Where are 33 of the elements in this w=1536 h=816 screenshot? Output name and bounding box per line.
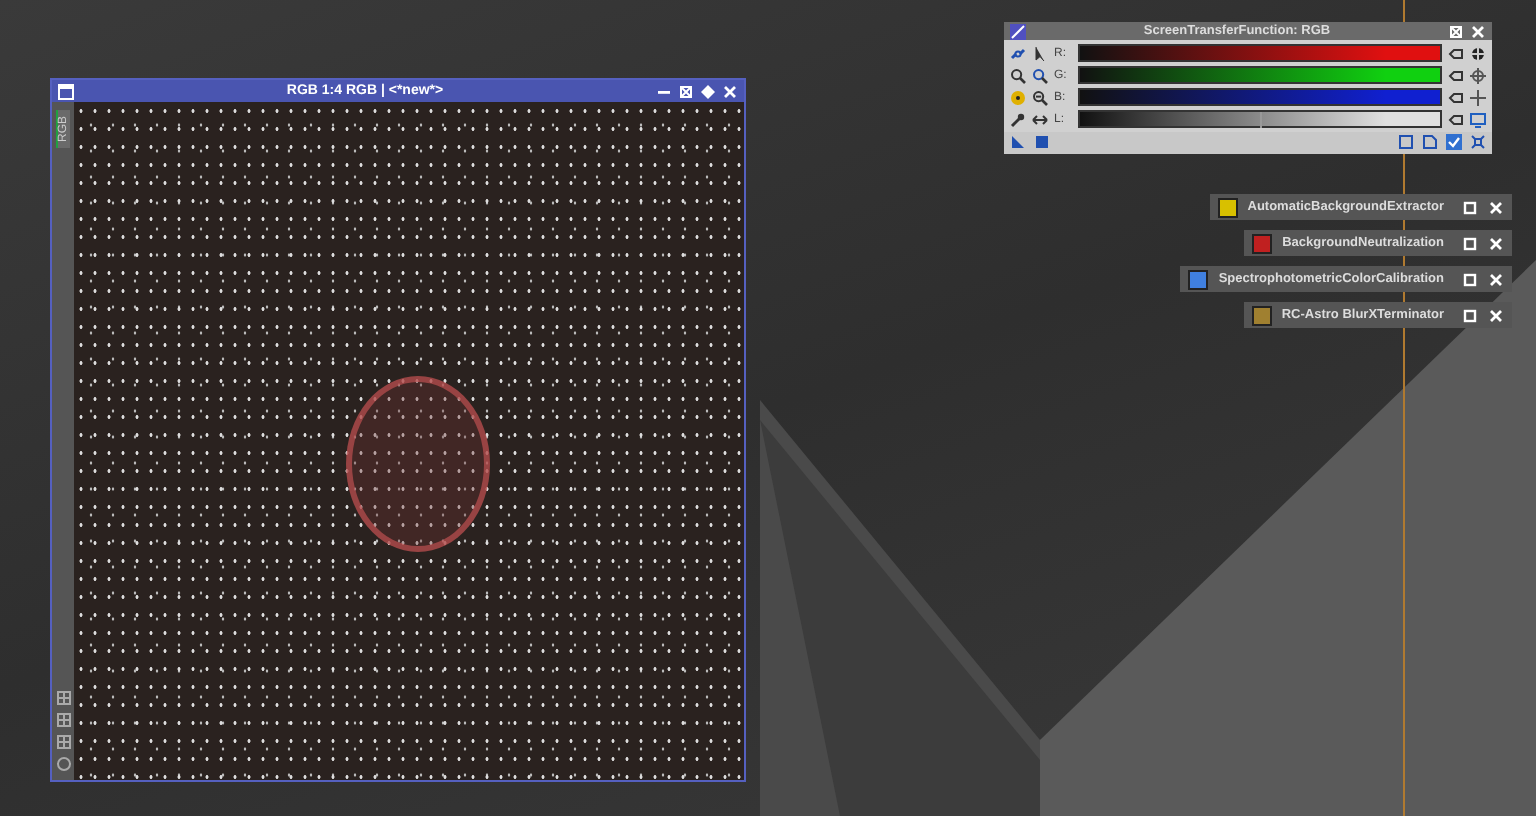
channel-gradient-bar[interactable] (1078, 66, 1442, 84)
square-outline-icon[interactable] (1398, 134, 1414, 150)
wrench-icon[interactable] (1010, 111, 1026, 127)
close-icon[interactable] (1488, 235, 1504, 251)
crosshair-icon[interactable] (1470, 67, 1486, 83)
resize-icon[interactable] (1032, 111, 1048, 127)
maximize-icon[interactable] (1462, 307, 1478, 323)
expand-icon[interactable] (1470, 134, 1486, 150)
link-icon[interactable] (1010, 45, 1026, 61)
monitor-icon[interactable] (1470, 111, 1486, 127)
panel-icon[interactable] (1010, 23, 1026, 39)
maximize-icon[interactable] (678, 83, 694, 99)
close-icon[interactable] (722, 83, 738, 99)
target-icon[interactable] (1470, 45, 1486, 61)
pointer-icon[interactable] (1032, 45, 1048, 61)
circle-icon[interactable] (55, 756, 71, 772)
channel-gradient-bar[interactable] (1078, 110, 1442, 128)
square-icon[interactable] (1034, 134, 1050, 150)
crosshair-icon[interactable] (1470, 89, 1486, 105)
grid-icon[interactable] (55, 712, 71, 728)
close-icon[interactable] (1470, 23, 1486, 39)
maximize-icon[interactable] (1462, 235, 1478, 251)
window-icon[interactable] (58, 83, 74, 99)
check-icon[interactable] (1446, 134, 1462, 150)
close-icon[interactable] (1488, 271, 1504, 287)
zoom-in-icon[interactable] (1010, 67, 1026, 83)
maximize-icon[interactable] (1462, 199, 1478, 215)
close-icon[interactable] (1488, 307, 1504, 323)
close-icon[interactable] (1488, 199, 1504, 215)
page-icon[interactable] (1422, 134, 1438, 150)
zoom-out-icon[interactable] (1032, 89, 1048, 105)
corner-icon[interactable] (1010, 134, 1026, 150)
maximize-icon[interactable] (1462, 271, 1478, 287)
